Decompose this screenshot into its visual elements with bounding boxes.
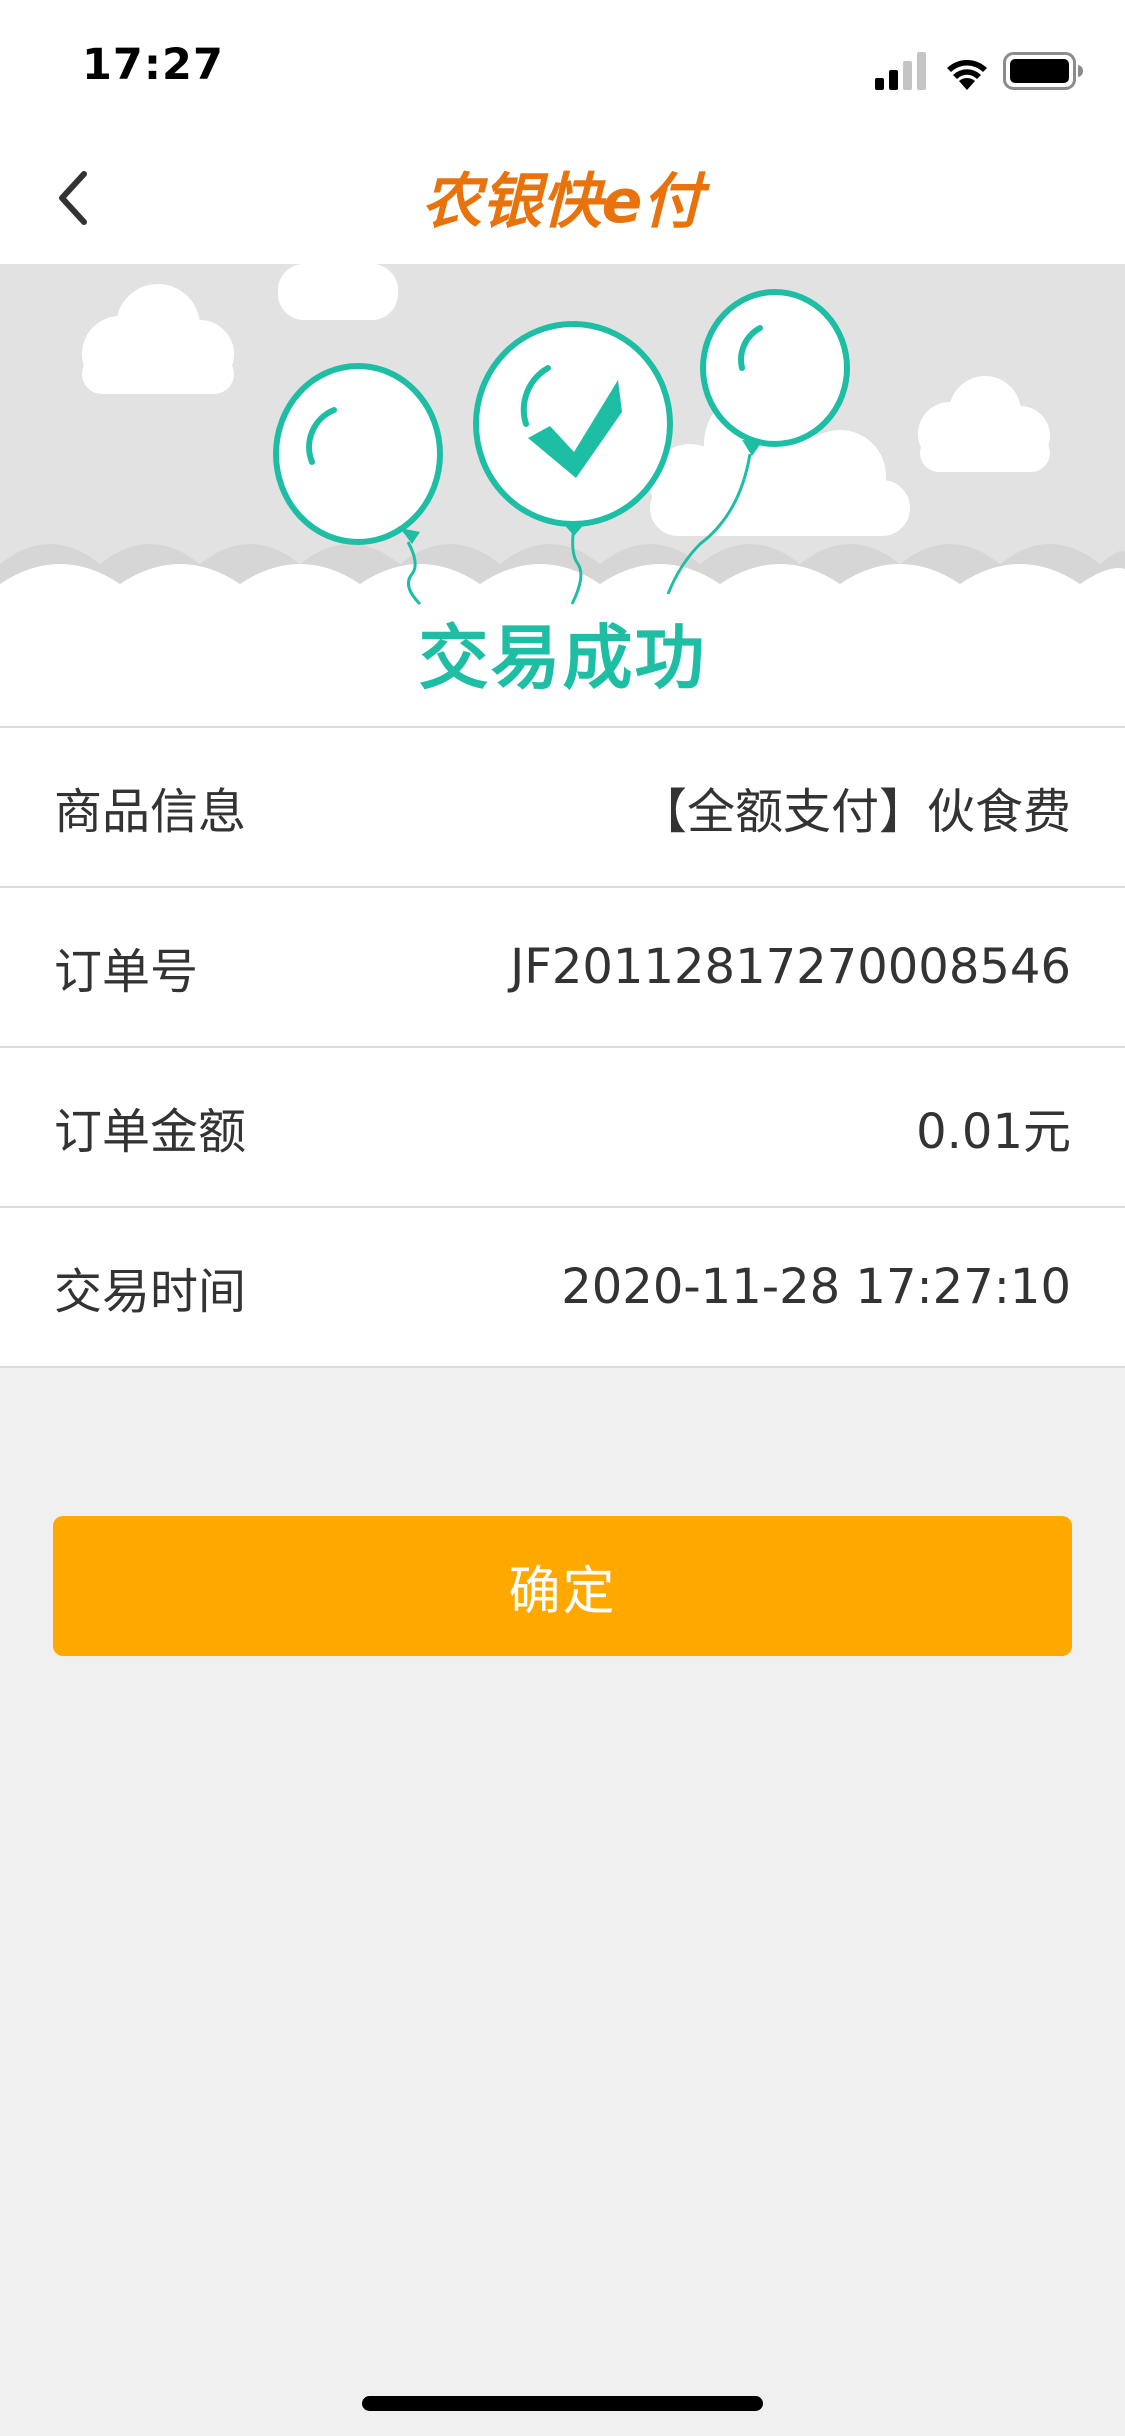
info-row-product: 商品信息 【全额支付】伙食费 — [0, 728, 1125, 888]
nav-bar: 农银快e付 — [0, 132, 1125, 264]
balloon-icon — [273, 363, 443, 545]
wifi-icon — [947, 60, 987, 90]
status-time: 17:27 — [82, 40, 224, 90]
home-indicator[interactable] — [362, 2396, 763, 2411]
info-label: 订单金额 — [54, 1104, 247, 1160]
result-title: 交易成功 — [418, 617, 707, 699]
info-row-transaction-time: 交易时间 2020-11-28 17:27:10 — [0, 1208, 1125, 1368]
info-row-order-amount: 订单金额 0.01元 — [0, 1048, 1125, 1208]
info-value: 2020-11-28 17:27:10 — [561, 1259, 1071, 1315]
info-value: JF20112817270008546 — [510, 939, 1071, 995]
chevron-left-icon[interactable] — [30, 152, 120, 242]
info-value: 0.01元 — [916, 1104, 1071, 1160]
info-label: 订单号 — [54, 944, 199, 1000]
status-icons — [875, 52, 1083, 90]
info-label: 交易时间 — [54, 1264, 247, 1320]
brand-logo-text: 农银快e付 — [422, 167, 711, 237]
success-hero: 交易成功 — [0, 264, 1125, 726]
info-label: 商品信息 — [54, 784, 247, 840]
payment-result-screen: 17:27 农银快e付 交易成功 商品信息 【全额支付】伙食费 订单号 JF20… — [0, 0, 1125, 2436]
info-row-order-number: 订单号 JF20112817270008546 — [0, 888, 1125, 1048]
battery-icon — [1003, 52, 1083, 90]
info-value: 【全额支付】伙食费 — [638, 784, 1071, 840]
cloud-icon — [278, 264, 398, 320]
status-bar: 17:27 — [0, 0, 1125, 132]
order-info-list: 商品信息 【全额支付】伙食费 订单号 JF20112817270008546 订… — [0, 726, 1125, 1368]
confirm-button[interactable]: 确定 — [53, 1516, 1072, 1656]
cellular-signal-icon — [875, 52, 926, 90]
brand-logo: 农银快e付 — [422, 167, 711, 237]
